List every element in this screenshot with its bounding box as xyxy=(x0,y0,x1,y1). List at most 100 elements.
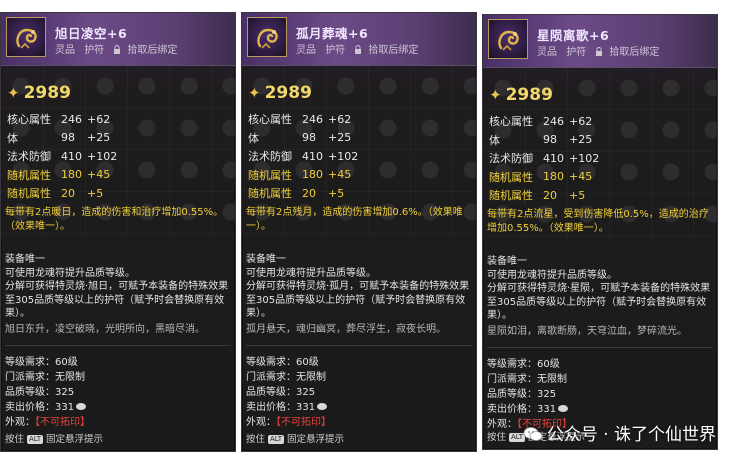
stat-bonus: +102 xyxy=(569,151,600,165)
salvage-line: 分解可获得特灵烧·孤月，可赋予本装备的特殊效果至305品质等级以上的护符（赋予时… xyxy=(246,281,470,319)
stat-row-random: 随机属性 180 +45 xyxy=(248,166,472,185)
level-requirement: 等级需求：60级 xyxy=(246,357,319,368)
stat-base: 180 xyxy=(302,168,323,182)
stat-name: 核心属性 xyxy=(248,113,292,127)
item-icon-frame xyxy=(488,19,528,59)
stat-row-random: 随机属性 20 +5 xyxy=(248,184,472,203)
flavor-text: 星陨如泪，离歌断肠，天穹泣血，梦碎流光。 xyxy=(487,326,687,337)
item-title: 星陨离歌+6 xyxy=(537,28,610,43)
sell-price-value: 331 xyxy=(55,402,75,413)
bind-label: 拾取后绑定 xyxy=(609,47,660,58)
stats-list: 核心属性 246 +62 体 98 +25 法术防御 410 +102 随机属性 180 +45… xyxy=(489,112,713,205)
stat-base: 180 xyxy=(61,168,82,182)
unique-title: 装备唯一 xyxy=(487,256,527,267)
stat-base: 246 xyxy=(61,112,82,126)
stat-name: 体 xyxy=(7,131,18,145)
lock-icon xyxy=(113,45,121,54)
upgrade-line: 可使用龙魂符提升品质等级。 xyxy=(246,267,376,279)
stat-base: 98 xyxy=(302,131,316,145)
stat-base: 246 xyxy=(302,112,323,126)
set-effect-text: 每带有2点残月，造成的伤害增加0.6%。（效果唯一）。 xyxy=(246,207,463,232)
item-title: 旭日凌空+6 xyxy=(55,26,128,41)
quality-level-label: 品质等级： xyxy=(487,389,537,400)
stat-row-random: 随机属性 20 +5 xyxy=(7,184,231,203)
tooltip-footer: 按住 ALT 固定悬浮提示 xyxy=(246,431,344,445)
quality-level: 品质等级：325 xyxy=(5,385,231,400)
stat-base: 98 xyxy=(61,131,75,145)
unique-title: 装备唯一 xyxy=(246,254,286,265)
stat-row: 核心属性 246 +62 xyxy=(489,112,713,131)
stat-row: 法术防御 410 +102 xyxy=(248,147,472,166)
quality-level: 品质等级：325 xyxy=(246,385,472,400)
stat-bonus: +102 xyxy=(87,149,118,163)
appearance-label: 外观： xyxy=(5,417,35,428)
stat-name: 法术防御 xyxy=(248,150,292,164)
stat-bonus: +62 xyxy=(87,112,111,126)
alt-key-icon: ALT xyxy=(268,435,285,444)
quality-level-value: 325 xyxy=(537,389,557,400)
sell-price-value: 331 xyxy=(537,404,557,415)
unique-section: 装备唯一 可使用龙魂符提升品质等级。 分解可获得特灵烧·旭日，可赋予本装备的特殊… xyxy=(5,253,231,321)
item-type: 护符 xyxy=(566,47,587,58)
unique-section: 装备唯一 可使用龙魂符提升品质等级。 分解可获得特灵烧·星陨，可赋予本装备的特殊… xyxy=(487,255,713,323)
appearance-label: 外观： xyxy=(246,417,276,428)
stat-name: 体 xyxy=(489,133,500,147)
stat-row-random: 随机属性 20 +5 xyxy=(489,186,713,205)
stat-row-random: 随机属性 180 +45 xyxy=(489,168,713,187)
footer-action: 固定悬浮提示 xyxy=(287,434,345,445)
gear-score: ✦ 2989 xyxy=(489,85,553,105)
footer-press: 按住 xyxy=(246,434,266,445)
bind-label: 拾取后绑定 xyxy=(368,45,419,56)
item-icon-frame xyxy=(247,17,287,57)
star-icon: ✦ xyxy=(248,84,261,102)
requirements: 等级需求：60级 门派需求：无限制 品质等级：325 卖出价格：331 外观：【… xyxy=(5,355,231,430)
sell-price-label: 卖出价格： xyxy=(487,404,537,415)
stat-bonus: +5 xyxy=(569,188,586,202)
lock-icon xyxy=(595,47,603,56)
sell-price-label: 卖出价格： xyxy=(5,402,55,413)
item-quality: 灵品 xyxy=(55,45,75,56)
stat-bonus: +62 xyxy=(569,114,593,128)
stat-name: 随机属性 xyxy=(248,187,292,201)
item-quality: 灵品 xyxy=(296,45,316,56)
stat-base: 410 xyxy=(543,151,564,165)
stat-bonus: +25 xyxy=(328,131,352,145)
gear-score: ✦ 2989 xyxy=(7,83,71,103)
footer-press: 按住 xyxy=(487,432,507,443)
stat-name: 法术防御 xyxy=(7,150,51,164)
sell-price-label: 卖出价格： xyxy=(246,402,296,413)
appearance: 外观：【不可拓印】 xyxy=(246,415,472,430)
stat-name: 核心属性 xyxy=(7,113,51,127)
quality-level-value: 325 xyxy=(55,387,75,398)
stat-base: 20 xyxy=(302,186,316,200)
golden-dragon-amulet-icon xyxy=(16,28,37,49)
sell-price-value: 331 xyxy=(296,402,316,413)
stat-row: 核心属性 246 +62 xyxy=(7,110,231,129)
watermark-text: 公众号 · 诛了个仙世界 xyxy=(546,425,716,445)
stat-name: 法术防御 xyxy=(489,152,533,166)
stat-row: 体 98 +25 xyxy=(489,131,713,150)
sect-requirement: 门派需求：无限制 xyxy=(487,374,567,385)
stat-name: 核心属性 xyxy=(489,115,533,129)
upgrade-line: 可使用龙魂符提升品质等级。 xyxy=(487,269,617,281)
gear-score-value: 2989 xyxy=(23,83,71,103)
gear-score-value: 2989 xyxy=(505,85,553,105)
stat-bonus: +5 xyxy=(328,186,345,200)
salvage-line: 分解可获得特灵烧·星陨，可赋予本装备的特殊效果至305品质等级以上的护符（赋予时… xyxy=(487,283,711,321)
item-tooltip: 孤月葬魂+6 灵品 护符 拾取后绑定 ✦ 2989 核心属性 246 +62 体 98 +… xyxy=(241,12,477,452)
stat-row: 法术防御 410 +102 xyxy=(489,149,713,168)
tooltip-header: 旭日凌空+6 灵品 护符 拾取后绑定 xyxy=(1,13,235,66)
stat-name: 随机属性 xyxy=(248,168,292,182)
set-effect-text: 每带有2点流星，受到伤害降低0.5%，造成的治疗增加0.55%。（效果唯一）。 xyxy=(487,209,709,234)
bind-info: 拾取后绑定 xyxy=(113,45,183,56)
alt-key-icon: ALT xyxy=(27,435,44,444)
stat-bonus: +45 xyxy=(328,168,352,182)
coin-icon xyxy=(558,405,569,412)
divider xyxy=(246,345,472,346)
stat-base: 180 xyxy=(543,170,564,184)
sell-price: 卖出价格：331 xyxy=(5,400,231,415)
sect-requirement: 门派需求：无限制 xyxy=(5,372,85,383)
stat-base: 20 xyxy=(61,186,75,200)
level-requirement: 等级需求：60级 xyxy=(487,359,560,370)
watermark: 公众号 · 诛了个仙世界 xyxy=(523,420,716,447)
